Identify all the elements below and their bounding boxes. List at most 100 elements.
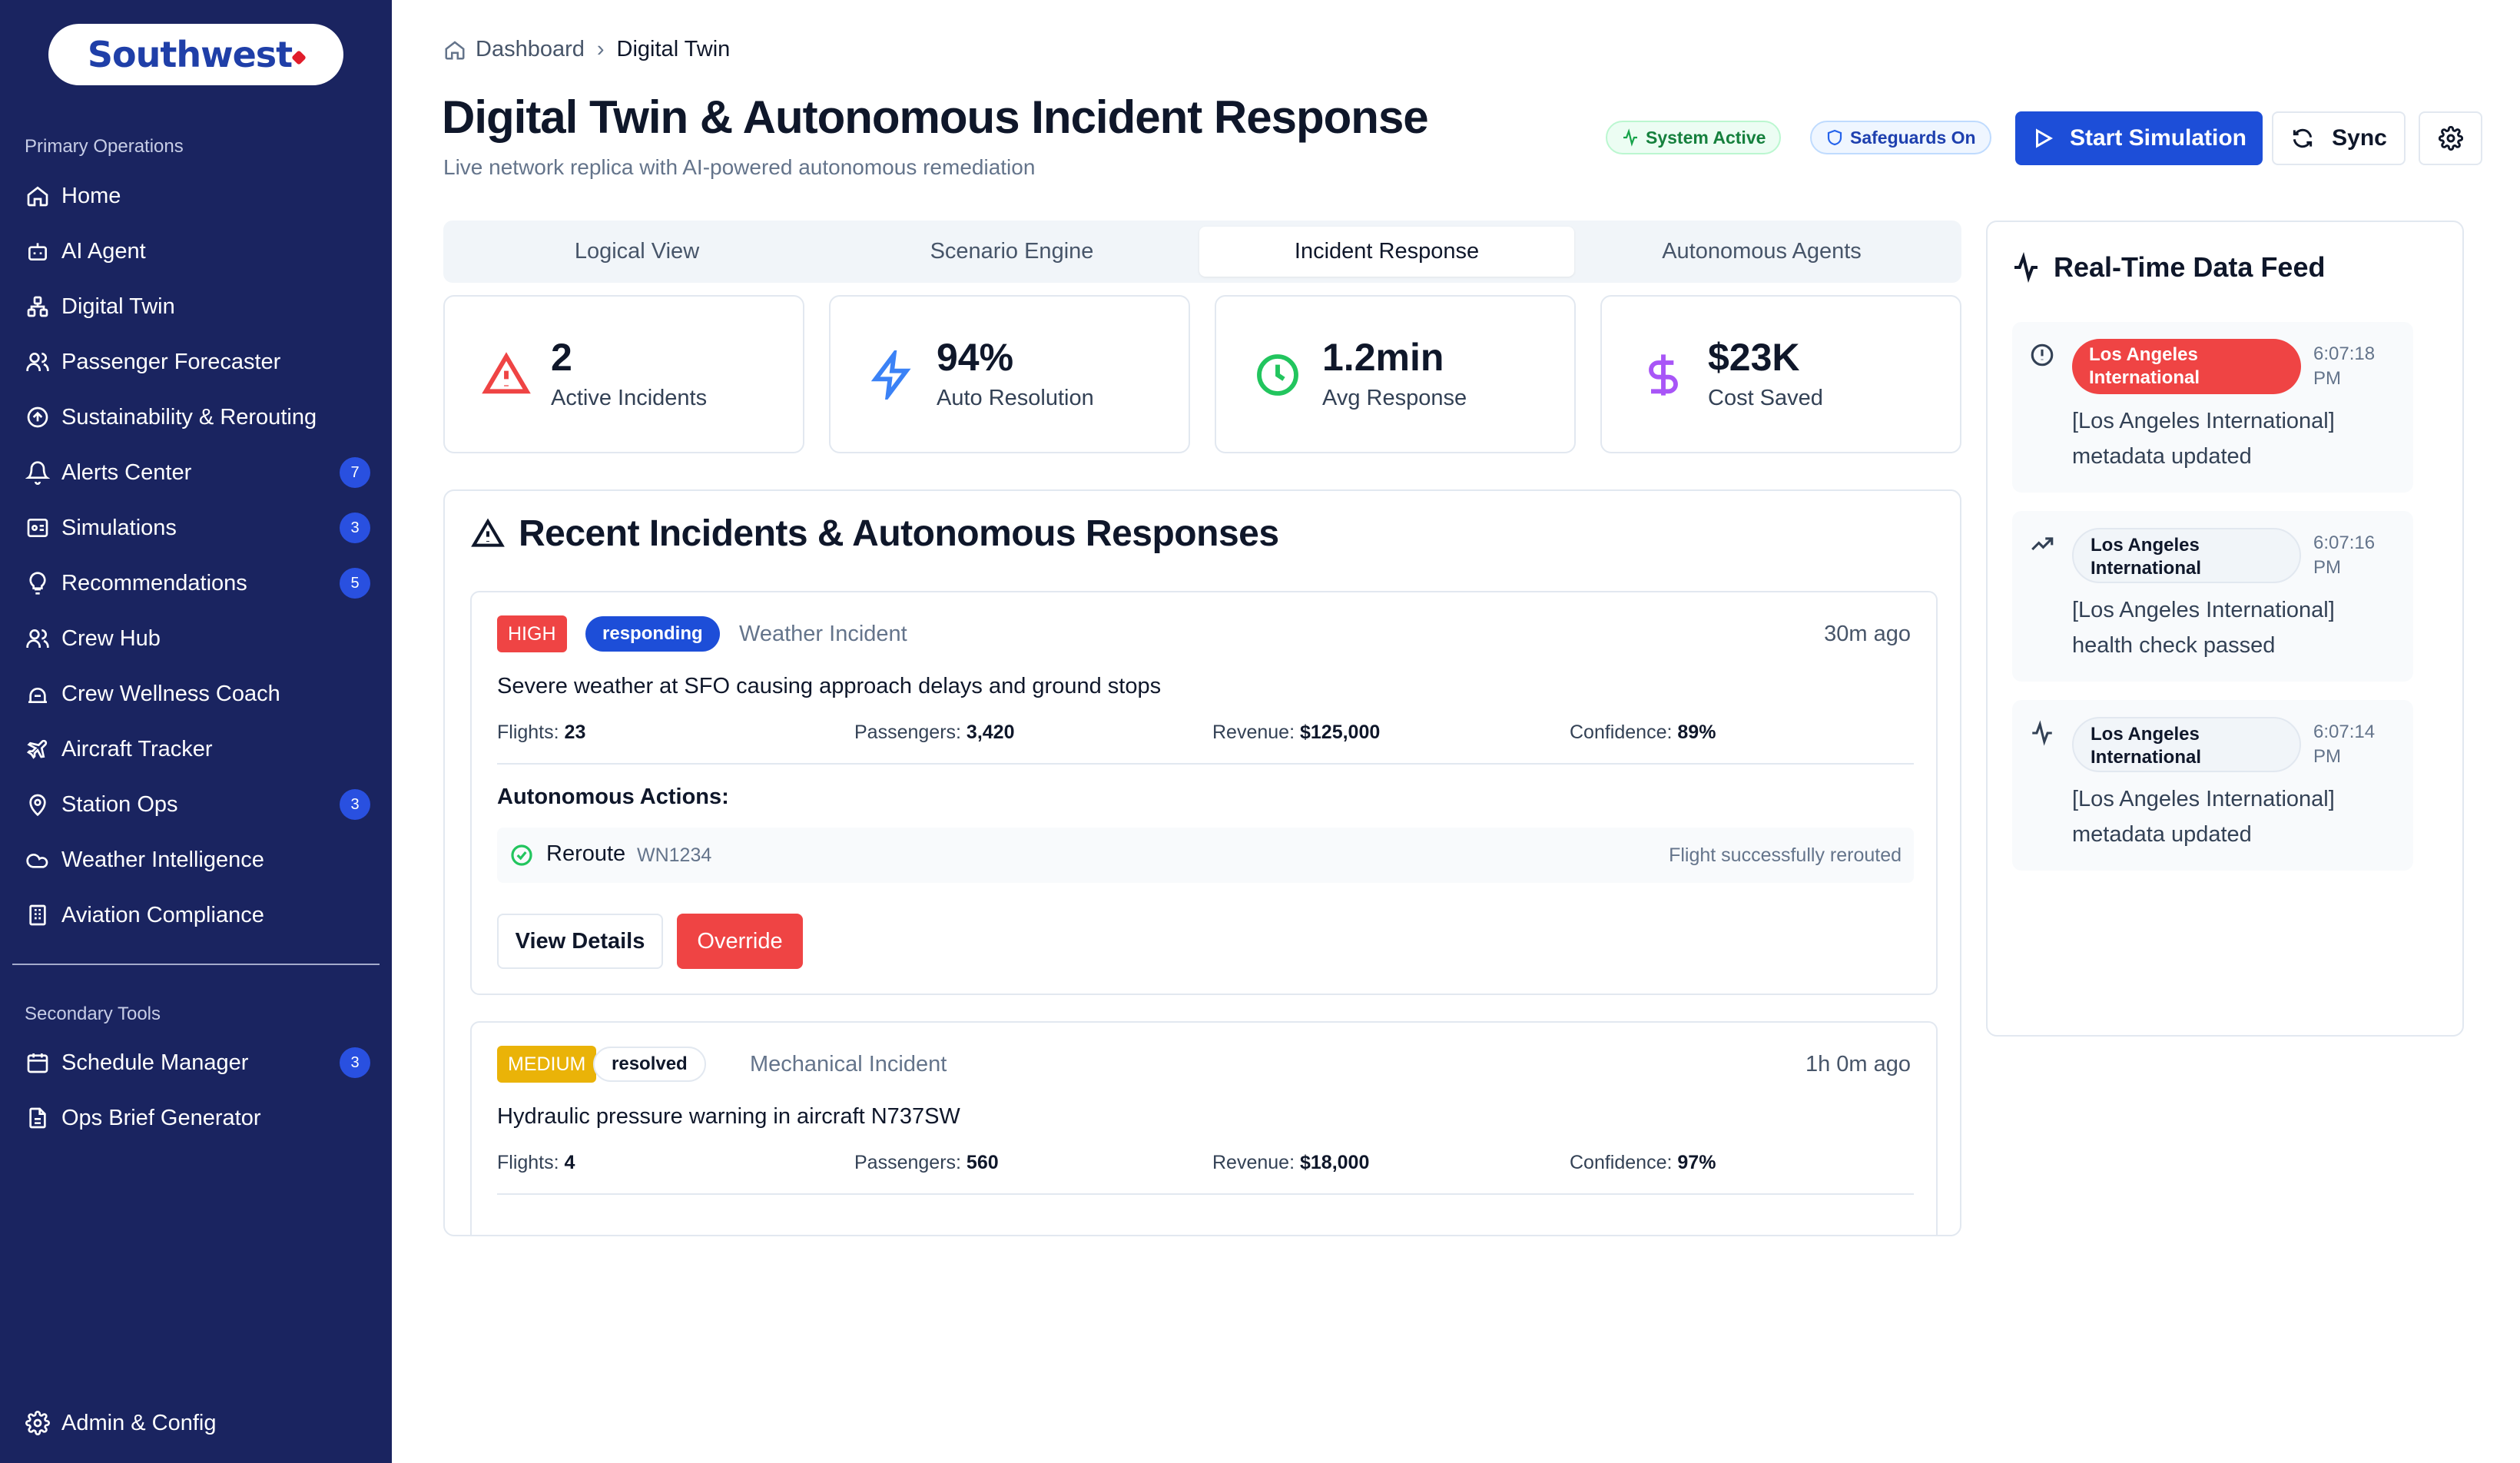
feed-time: 6:07:18 PM bbox=[2313, 343, 2376, 389]
simulation-icon bbox=[25, 515, 51, 541]
metric-value: 23 bbox=[564, 722, 586, 743]
sidebar-item-passenger-forecaster[interactable]: Passenger Forecaster bbox=[25, 340, 370, 383]
sidebar-item-label: Crew Wellness Coach bbox=[61, 681, 280, 706]
map-pin-icon bbox=[25, 791, 51, 818]
status-badge: resolved bbox=[593, 1047, 706, 1082]
activity-icon bbox=[2029, 720, 2055, 746]
start-simulation-label: Start Simulation bbox=[2069, 125, 2247, 151]
count-badge: 3 bbox=[340, 789, 370, 820]
stat-value: $23K bbox=[1708, 336, 1800, 379]
sidebar-item-ops-brief-generator[interactable]: Ops Brief Generator bbox=[25, 1096, 370, 1140]
sync-label: Sync bbox=[2332, 125, 2387, 151]
wellness-icon bbox=[25, 681, 51, 707]
metric-label: Passengers: bbox=[854, 722, 961, 743]
breadcrumb-current: Digital Twin bbox=[616, 37, 731, 61]
sidebar-item-schedule-manager[interactable]: Schedule Manager 3 bbox=[25, 1041, 370, 1084]
sidebar-item-label: Digital Twin bbox=[61, 294, 175, 319]
tab-autonomous-agents[interactable]: Autonomous Agents bbox=[1574, 227, 1949, 277]
zap-icon bbox=[867, 346, 917, 404]
sidebar-item-digital-twin[interactable]: Digital Twin bbox=[25, 285, 370, 328]
sidebar-item-alerts-center[interactable]: Alerts Center 7 bbox=[25, 451, 370, 494]
sidebar-item-home[interactable]: Home bbox=[25, 174, 370, 217]
feed-source-tag: Los Angeles International bbox=[2072, 717, 2301, 772]
sidebar-item-label: Recommendations bbox=[61, 570, 247, 595]
metric-value: 97% bbox=[1677, 1152, 1716, 1173]
gear-icon bbox=[25, 1410, 51, 1436]
count-badge: 3 bbox=[340, 1047, 370, 1078]
safeguards-label: Safeguards On bbox=[1850, 127, 1976, 148]
refresh-icon bbox=[2293, 128, 2313, 148]
feed-item[interactable]: Los Angeles International 6:07:14 PM [Lo… bbox=[2012, 700, 2413, 871]
dollar-icon bbox=[1639, 350, 1688, 400]
autonomous-action-row: Reroute WN1234 Flight successfully rerou… bbox=[497, 828, 1914, 883]
sidebar-item-label: AI Agent bbox=[61, 238, 146, 264]
metric-value: 3,420 bbox=[966, 722, 1015, 743]
sidebar-item-sustainability[interactable]: Sustainability & Rerouting bbox=[25, 396, 370, 439]
action-flight: WN1234 bbox=[637, 844, 712, 866]
cloud-icon bbox=[25, 847, 51, 873]
tab-scenario-engine[interactable]: Scenario Engine bbox=[824, 227, 1199, 277]
sidebar-item-weather-intelligence[interactable]: Weather Intelligence bbox=[25, 838, 370, 881]
network-icon bbox=[25, 294, 51, 320]
sidebar-item-aviation-compliance[interactable]: Aviation Compliance bbox=[25, 894, 370, 937]
feed-item[interactable]: Los Angeles International 6:07:16 PM [Lo… bbox=[2012, 511, 2413, 682]
stat-label: Active Incidents bbox=[551, 386, 708, 410]
bot-icon bbox=[25, 238, 51, 264]
shield-icon bbox=[1827, 129, 1842, 146]
metric-label: Confidence: bbox=[1570, 722, 1673, 743]
sidebar-item-label: Ops Brief Generator bbox=[61, 1105, 261, 1130]
sidebar-item-label: Simulations bbox=[61, 515, 177, 540]
stat-value: 2 bbox=[551, 336, 572, 379]
feed-message: [Los Angeles International] health check… bbox=[2072, 598, 2335, 658]
view-details-button[interactable]: View Details bbox=[497, 914, 663, 969]
action-result: Flight successfully rerouted bbox=[1669, 844, 1902, 866]
action-name: Reroute bbox=[546, 841, 626, 866]
tab-incident-response[interactable]: Incident Response bbox=[1199, 227, 1574, 277]
metric-passengers: Passengers: 3,420 bbox=[854, 722, 1014, 744]
feed-item[interactable]: Los Angeles International 6:07:18 PM [Lo… bbox=[2012, 322, 2413, 493]
sidebar-item-ai-agent[interactable]: AI Agent bbox=[25, 230, 370, 273]
count-badge: 7 bbox=[340, 457, 370, 488]
users-icon bbox=[25, 625, 51, 652]
sidebar-item-station-ops[interactable]: Station Ops 3 bbox=[25, 783, 370, 826]
metric-value: $125,000 bbox=[1299, 722, 1381, 743]
stat-label: Cost Saved bbox=[1708, 386, 1823, 410]
sidebar-item-simulations[interactable]: Simulations 3 bbox=[25, 506, 370, 549]
sidebar-item-admin-config[interactable]: Admin & Config bbox=[25, 1402, 370, 1445]
gear-icon bbox=[2438, 126, 2463, 151]
stat-label: Auto Resolution bbox=[937, 386, 1094, 410]
settings-button[interactable] bbox=[2419, 111, 2482, 165]
sidebar-item-label: Schedule Manager bbox=[61, 1050, 249, 1075]
start-simulation-button[interactable]: Start Simulation bbox=[2015, 111, 2263, 165]
breadcrumb-root[interactable]: Dashboard bbox=[476, 37, 585, 62]
circle-arrow-icon bbox=[25, 404, 51, 430]
sidebar-item-recommendations[interactable]: Recommendations 5 bbox=[25, 562, 370, 605]
sidebar-item-label: Home bbox=[61, 183, 121, 208]
sidebar-item-label: Passenger Forecaster bbox=[61, 349, 281, 374]
incident-type: Mechanical Incident bbox=[750, 1052, 947, 1077]
brand-logo[interactable]: Southwest bbox=[48, 24, 343, 85]
metric-value: 89% bbox=[1677, 722, 1716, 743]
sidebar-item-crew-wellness-coach[interactable]: Crew Wellness Coach bbox=[25, 672, 370, 715]
system-status-badge: System Active bbox=[1606, 121, 1782, 154]
sidebar: Southwest Primary Operations Home AI Age… bbox=[0, 0, 392, 1463]
stat-card-avg-response: 1.2min Avg Response bbox=[1215, 295, 1576, 453]
feed-source-tag: Los Angeles International bbox=[2072, 339, 2301, 394]
file-icon bbox=[25, 1105, 51, 1131]
incident-card[interactable]: HIGH responding Weather Incident 30m ago… bbox=[470, 591, 1938, 995]
metric-confidence: Confidence: 89% bbox=[1570, 722, 1716, 744]
incident-card[interactable]: MEDIUM resolved Mechanical Incident 1h 0… bbox=[470, 1021, 1938, 1235]
tab-logical-view[interactable]: Logical View bbox=[449, 227, 824, 277]
sync-button[interactable]: Sync bbox=[2272, 111, 2406, 165]
alert-triangle-icon bbox=[482, 350, 531, 400]
metric-label: Revenue: bbox=[1212, 722, 1295, 743]
sidebar-item-label: Admin & Config bbox=[61, 1410, 217, 1435]
metric-revenue: Revenue: $125,000 bbox=[1212, 722, 1380, 744]
sidebar-item-label: Crew Hub bbox=[61, 625, 161, 651]
alert-triangle-icon bbox=[471, 518, 505, 547]
alert-circle-icon bbox=[2029, 342, 2055, 368]
divider bbox=[497, 763, 1914, 765]
sidebar-item-aircraft-tracker[interactable]: Aircraft Tracker bbox=[25, 728, 370, 771]
override-button[interactable]: Override bbox=[677, 914, 803, 969]
sidebar-item-crew-hub[interactable]: Crew Hub bbox=[25, 617, 370, 660]
